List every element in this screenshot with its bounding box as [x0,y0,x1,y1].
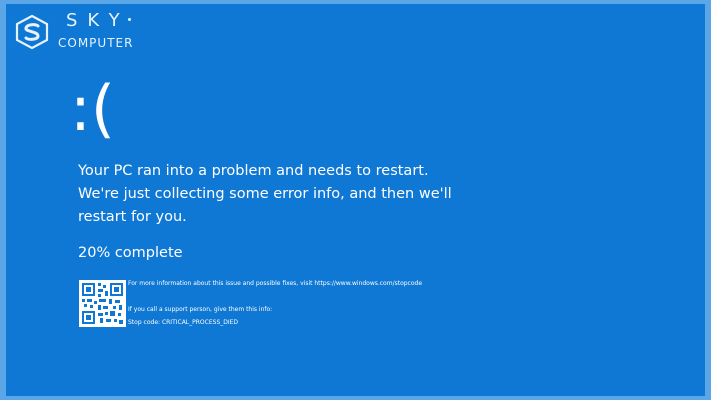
sky-computer-logo-icon [15,14,49,50]
more-info-text: For more information about this issue an… [128,280,423,287]
stop-code: Stop code: CRITICAL_PROCESS_DIED [128,319,239,326]
sky-computer-watermark: SKY COMPUTER [14,10,144,54]
error-message: Your PC ran into a problem and needs to … [78,163,452,225]
qr-code-icon [79,280,126,327]
support-note: If you call a support person, give them … [128,306,273,313]
sad-face-emoticon: :( [70,72,116,145]
progress-text: 20% complete [78,245,183,261]
blue-screen: SKY COMPUTER :( Your PC ran into a probl… [6,4,705,396]
watermark-dot [128,18,131,21]
qr-code-graphic [79,280,126,327]
watermark-brand-top: SKY [66,10,130,31]
screenshot-frame: SKY COMPUTER :( Your PC ran into a probl… [0,0,711,400]
watermark-brand-bottom: COMPUTER [58,36,134,50]
